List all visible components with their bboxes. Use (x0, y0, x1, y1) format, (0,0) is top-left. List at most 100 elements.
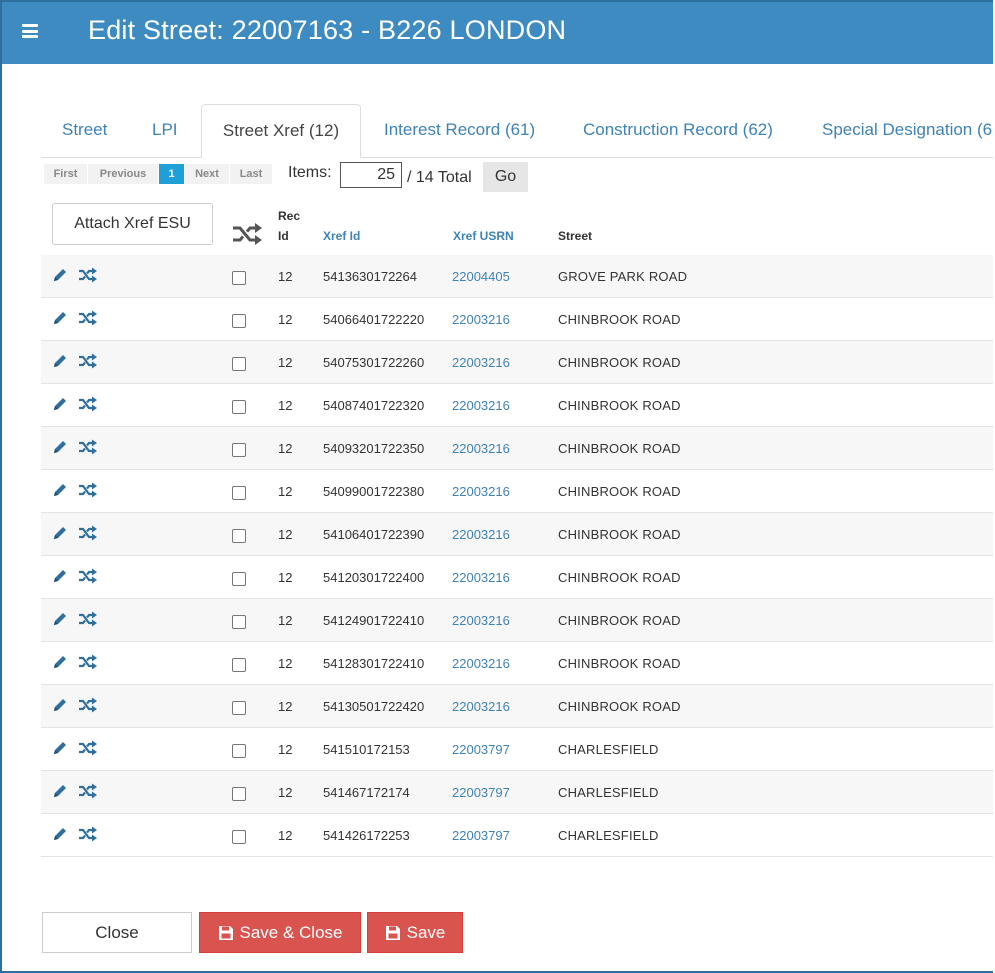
save-and-close-label: Save & Close (239, 922, 343, 942)
pencil-icon[interactable] (52, 396, 68, 412)
shuffle-icon[interactable] (231, 222, 263, 246)
shuffle-icon[interactable] (78, 697, 98, 713)
rec-id-cell: 12 (278, 269, 293, 284)
rec-id-cell: 12 (278, 699, 293, 714)
table-row: 12 54106401722390 22003216 CHINBROOK ROAD (41, 513, 993, 556)
edit-street-window: Edit Street: 22007163 - B226 LONDON Stre… (0, 0, 993, 973)
row-checkbox[interactable] (232, 400, 246, 414)
page-title: Edit Street: 22007163 - B226 LONDON (88, 15, 567, 45)
pager-next-button[interactable]: Next (185, 164, 229, 184)
pager-previous-button[interactable]: Previous (88, 164, 158, 184)
pencil-icon[interactable] (52, 826, 68, 842)
xref-usrn-link[interactable]: 22003216 (452, 613, 510, 628)
shuffle-icon[interactable] (78, 740, 98, 756)
col-header-xref-id[interactable]: Xref Id (323, 229, 360, 243)
xref-usrn-link[interactable]: 22003216 (452, 441, 510, 456)
tab-special-designation[interactable]: Special Designation (6 (822, 104, 992, 157)
shuffle-icon[interactable] (78, 611, 98, 627)
pencil-icon[interactable] (52, 525, 68, 541)
tab-lpi[interactable]: LPI (152, 104, 178, 157)
rec-id-cell: 12 (278, 613, 293, 628)
row-checkbox[interactable] (232, 314, 246, 328)
street-cell: CHINBROOK ROAD (558, 699, 681, 714)
pencil-icon[interactable] (52, 439, 68, 455)
xref-usrn-link[interactable]: 22003216 (452, 699, 510, 714)
shuffle-icon[interactable] (78, 267, 98, 283)
shuffle-icon[interactable] (78, 353, 98, 369)
pencil-icon[interactable] (52, 267, 68, 283)
shuffle-icon[interactable] (78, 439, 98, 455)
shuffle-icon[interactable] (78, 783, 98, 799)
table-row: 12 54093201722350 22003216 CHINBROOK ROAD (41, 427, 993, 470)
pencil-icon[interactable] (52, 353, 68, 369)
shuffle-icon[interactable] (78, 310, 98, 326)
items-per-page-input[interactable] (340, 162, 402, 188)
xref-id-cell: 54106401722390 (323, 527, 425, 542)
shuffle-icon[interactable] (78, 525, 98, 541)
row-checkbox[interactable] (232, 443, 246, 457)
pencil-icon[interactable] (52, 783, 68, 799)
pager-page-1[interactable]: 1 (159, 164, 184, 184)
attach-xref-esu-button[interactable]: Attach Xref ESU (52, 203, 213, 245)
xref-usrn-link[interactable]: 22003216 (452, 312, 510, 327)
go-button[interactable]: Go (483, 162, 528, 192)
xref-usrn-link[interactable]: 22003216 (452, 355, 510, 370)
xref-usrn-link[interactable]: 22003216 (452, 656, 510, 671)
shuffle-icon[interactable] (78, 396, 98, 412)
pencil-icon[interactable] (52, 654, 68, 670)
shuffle-icon[interactable] (78, 654, 98, 670)
save-label: Save (406, 922, 446, 942)
row-checkbox[interactable] (232, 744, 246, 758)
row-checkbox[interactable] (232, 830, 246, 844)
row-checkbox[interactable] (232, 615, 246, 629)
shuffle-icon[interactable] (78, 568, 98, 584)
floppy-disk-icon (385, 925, 400, 940)
street-cell: CHINBROOK ROAD (558, 312, 681, 327)
rec-id-cell: 12 (278, 398, 293, 413)
xref-usrn-link[interactable]: 22003797 (452, 742, 510, 757)
pencil-icon[interactable] (52, 697, 68, 713)
rec-id-cell: 12 (278, 570, 293, 585)
row-checkbox[interactable] (232, 271, 246, 285)
tab-construction-record[interactable]: Construction Record (62) (583, 104, 773, 157)
xref-usrn-link[interactable]: 22003216 (452, 570, 510, 585)
row-checkbox[interactable] (232, 787, 246, 801)
pencil-icon[interactable] (52, 611, 68, 627)
xref-usrn-link[interactable]: 22003216 (452, 484, 510, 499)
rec-id-cell: 12 (278, 355, 293, 370)
tab-street[interactable]: Street (62, 104, 107, 157)
xref-id-cell: 5413630172264 (323, 269, 417, 284)
street-cell: CHINBROOK ROAD (558, 484, 681, 499)
menu-icon[interactable] (22, 24, 38, 38)
xref-usrn-link[interactable]: 22003797 (452, 828, 510, 843)
row-checkbox[interactable] (232, 357, 246, 371)
tab-interest-record[interactable]: Interest Record (61) (384, 104, 535, 157)
save-and-close-button[interactable]: Save & Close (199, 912, 361, 953)
pencil-icon[interactable] (52, 482, 68, 498)
row-checkbox[interactable] (232, 529, 246, 543)
pencil-icon[interactable] (52, 310, 68, 326)
row-checkbox[interactable] (232, 701, 246, 715)
xref-id-cell: 54128301722410 (323, 656, 425, 671)
xref-usrn-link[interactable]: 22003216 (452, 398, 510, 413)
row-checkbox[interactable] (232, 572, 246, 586)
pager-last-button[interactable]: Last (230, 164, 272, 184)
shuffle-icon[interactable] (78, 826, 98, 842)
save-button[interactable]: Save (367, 912, 463, 953)
row-checkbox[interactable] (232, 658, 246, 672)
close-button[interactable]: Close (42, 912, 192, 953)
table-row: 12 541510172153 22003797 CHARLESFIELD (41, 728, 993, 771)
xref-usrn-link[interactable]: 22003797 (452, 785, 510, 800)
pencil-icon[interactable] (52, 568, 68, 584)
pencil-icon[interactable] (52, 740, 68, 756)
xref-usrn-link[interactable]: 22003216 (452, 527, 510, 542)
col-header-xref-usrn[interactable]: Xref USRN (453, 229, 514, 243)
pager-first-button[interactable]: First (44, 164, 87, 184)
xref-usrn-link[interactable]: 22004405 (452, 269, 510, 284)
row-checkbox[interactable] (232, 486, 246, 500)
tab-street-xref[interactable]: Street Xref (12) (201, 104, 361, 158)
table-row: 12 54130501722420 22003216 CHINBROOK ROAD (41, 685, 993, 728)
rec-id-cell: 12 (278, 441, 293, 456)
shuffle-icon[interactable] (78, 482, 98, 498)
xref-id-cell: 541467172174 (323, 785, 410, 800)
